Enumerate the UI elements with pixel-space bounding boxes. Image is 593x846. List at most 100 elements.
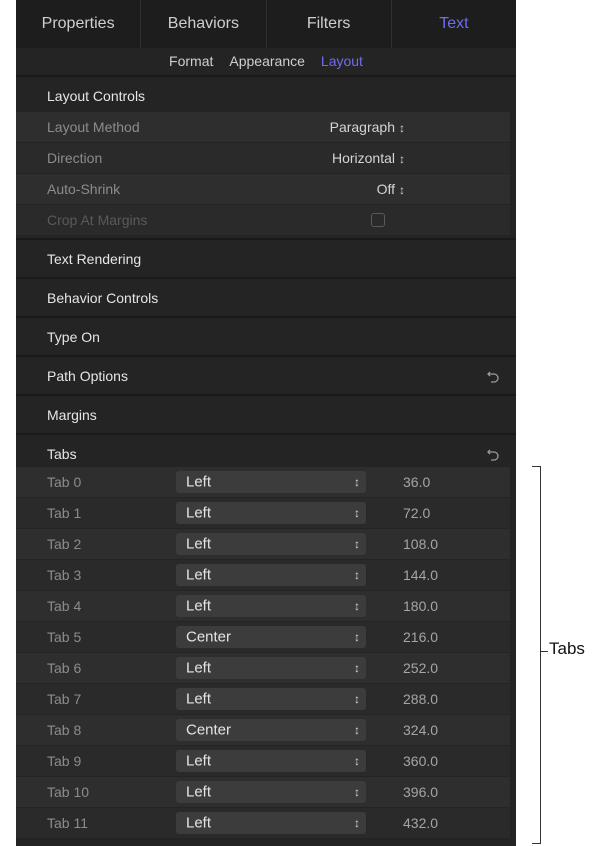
tab-position-field[interactable]: 288.0 xyxy=(403,691,438,707)
subtab-appearance[interactable]: Appearance xyxy=(229,53,305,69)
section-title: Layout Controls xyxy=(47,87,146,104)
popup-value: Left xyxy=(186,566,212,584)
popup-value: Left xyxy=(186,783,212,801)
tab-stop-row: Tab 0 Left ↕ 36.0 xyxy=(16,467,510,497)
section-title: Tabs xyxy=(47,445,77,462)
tab-stop-label: Tab 0 xyxy=(47,474,82,490)
tab-stop-row: Tab 5 Center ↕ 216.0 xyxy=(16,622,510,652)
tab-position-field[interactable]: 432.0 xyxy=(403,815,438,831)
tab-stop-label: Tab 9 xyxy=(47,753,82,769)
up-down-chevron-icon: ↕ xyxy=(354,568,360,582)
direction-row: Direction Horizontal ↕ xyxy=(16,143,510,173)
section-path-options[interactable]: Path Options xyxy=(16,357,516,394)
tab-stop-row: Tab 6 Left ↕ 252.0 xyxy=(16,653,510,683)
up-down-chevron-icon: ↕ xyxy=(354,661,360,675)
popup-value: Paragraph xyxy=(329,119,395,135)
tab-stop-row: Tab 11 Left ↕ 432.0 xyxy=(16,808,510,838)
popup-value: Left xyxy=(186,504,212,522)
crop-at-margins-row: Crop At Margins xyxy=(16,205,510,235)
layout-method-row: Layout Method Paragraph ↕ xyxy=(16,112,510,142)
subtab-layout[interactable]: Layout xyxy=(321,53,363,69)
layout-method-popup[interactable]: Paragraph ↕ xyxy=(330,119,405,135)
up-down-chevron-icon: ↕ xyxy=(354,630,360,644)
tab-stop-row: Tab 3 Left ↕ 144.0 xyxy=(16,560,510,590)
row-label: Crop At Margins xyxy=(47,212,148,228)
up-down-chevron-icon: ↕ xyxy=(354,475,360,489)
auto-shrink-popup[interactable]: Off ↕ xyxy=(377,181,405,197)
row-label: Direction xyxy=(47,150,103,166)
tab-stop-row: Tab 9 Left ↕ 360.0 xyxy=(16,746,510,776)
tab-stop-row: Tab 7 Left ↕ 288.0 xyxy=(16,684,510,714)
popup-value: Left xyxy=(186,814,212,832)
section-title: Behavior Controls xyxy=(47,289,159,306)
tab-stop-label: Tab 4 xyxy=(47,598,82,614)
tab-position-field[interactable]: 36.0 xyxy=(403,474,430,490)
tab-alignment-popup[interactable]: Left ↕ xyxy=(176,657,366,679)
tab-position-field[interactable]: 180.0 xyxy=(403,598,438,614)
tab-alignment-popup[interactable]: Left ↕ xyxy=(176,750,366,772)
tab-position-field[interactable]: 216.0 xyxy=(403,629,438,645)
tab-stop-label: Tab 3 xyxy=(47,567,82,583)
tab-properties[interactable]: Properties xyxy=(16,0,142,48)
up-down-chevron-icon: ↕ xyxy=(354,506,360,520)
popup-value: Off xyxy=(376,181,395,197)
tab-filters[interactable]: Filters xyxy=(267,0,392,48)
tab-alignment-popup[interactable]: Left ↕ xyxy=(176,812,366,834)
callout-bracket xyxy=(532,466,541,844)
reset-arrow-icon[interactable] xyxy=(486,447,500,461)
row-label: Layout Method xyxy=(47,119,140,135)
popup-value: Center xyxy=(186,721,232,739)
tab-alignment-popup[interactable]: Center ↕ xyxy=(176,626,366,648)
tab-stop-label: Tab 1 xyxy=(47,505,82,521)
tab-position-field[interactable]: 324.0 xyxy=(403,722,438,738)
tab-stop-row: Tab 10 Left ↕ 396.0 xyxy=(16,777,510,807)
up-down-chevron-icon: ↕ xyxy=(399,152,405,166)
section-behavior-controls[interactable]: Behavior Controls xyxy=(16,279,516,316)
section-layout-controls[interactable]: Layout Controls xyxy=(16,77,516,114)
tab-position-field[interactable]: 108.0 xyxy=(403,536,438,552)
tab-alignment-popup[interactable]: Left ↕ xyxy=(176,781,366,803)
tab-alignment-popup[interactable]: Left ↕ xyxy=(176,564,366,586)
subtab-format[interactable]: Format xyxy=(169,53,213,69)
section-type-on[interactable]: Type On xyxy=(16,318,516,355)
up-down-chevron-icon: ↕ xyxy=(354,754,360,768)
reset-arrow-icon[interactable] xyxy=(486,369,500,383)
inspector-panel: Properties Behaviors Filters Text Format… xyxy=(16,0,516,846)
tab-position-field[interactable]: 252.0 xyxy=(403,660,438,676)
tab-alignment-popup[interactable]: Left ↕ xyxy=(176,533,366,555)
tab-behaviors[interactable]: Behaviors xyxy=(141,0,267,48)
auto-shrink-row: Auto-Shrink Off ↕ xyxy=(16,174,510,204)
inspector-tab-bar: Properties Behaviors Filters Text xyxy=(16,0,516,48)
tab-position-field[interactable]: 72.0 xyxy=(403,505,430,521)
tab-alignment-popup[interactable]: Left ↕ xyxy=(176,688,366,710)
crop-at-margins-checkbox[interactable] xyxy=(371,213,385,227)
callout-label: Tabs xyxy=(549,639,585,658)
tab-stop-label: Tab 6 xyxy=(47,660,82,676)
section-title: Text Rendering xyxy=(47,250,142,267)
popup-value: Left xyxy=(186,690,212,708)
tab-position-field[interactable]: 144.0 xyxy=(403,567,438,583)
section-text-rendering[interactable]: Text Rendering xyxy=(16,240,516,277)
tab-alignment-popup[interactable]: Center ↕ xyxy=(176,719,366,741)
popup-value: Left xyxy=(186,659,212,677)
up-down-chevron-icon: ↕ xyxy=(354,692,360,706)
tab-stop-row: Tab 2 Left ↕ 108.0 xyxy=(16,529,510,559)
tab-text[interactable]: Text xyxy=(392,0,516,48)
popup-value: Left xyxy=(186,752,212,770)
section-margins[interactable]: Margins xyxy=(16,396,516,433)
tab-stop-row: Tab 4 Left ↕ 180.0 xyxy=(16,591,510,621)
tab-alignment-popup[interactable]: Left ↕ xyxy=(176,471,366,493)
up-down-chevron-icon: ↕ xyxy=(354,785,360,799)
up-down-chevron-icon: ↕ xyxy=(399,183,405,197)
tab-position-field[interactable]: 360.0 xyxy=(403,753,438,769)
tab-stop-row: Tab 1 Left ↕ 72.0 xyxy=(16,498,510,528)
popup-value: Horizontal xyxy=(331,150,395,166)
text-subtabs: Format Appearance Layout xyxy=(16,48,516,73)
row-label: Auto-Shrink xyxy=(47,181,121,197)
tab-alignment-popup[interactable]: Left ↕ xyxy=(176,595,366,617)
tab-alignment-popup[interactable]: Left ↕ xyxy=(176,502,366,524)
up-down-chevron-icon: ↕ xyxy=(354,723,360,737)
tab-position-field[interactable]: 396.0 xyxy=(403,784,438,800)
section-title: Path Options xyxy=(47,367,128,384)
direction-popup[interactable]: Horizontal ↕ xyxy=(332,150,405,166)
